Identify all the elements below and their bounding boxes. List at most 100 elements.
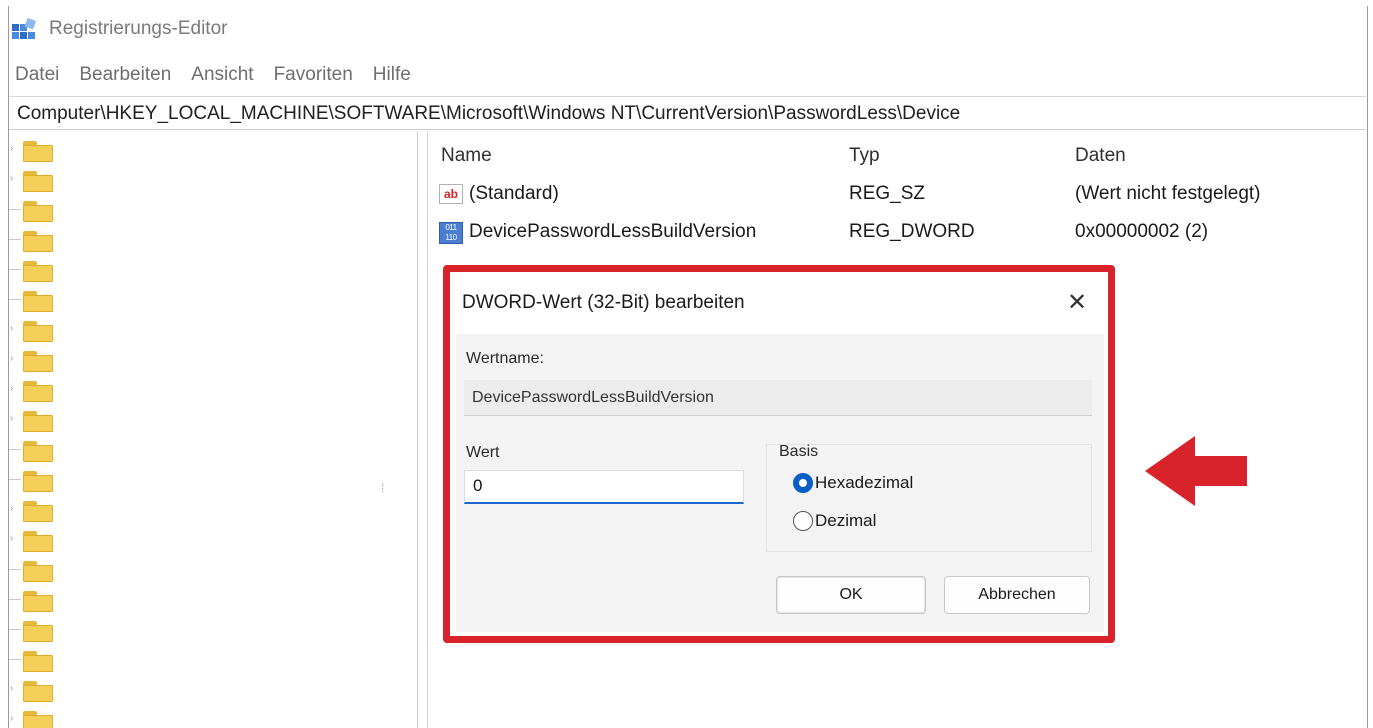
tree-node[interactable] [9,615,417,645]
tree-connector [9,269,21,270]
folder-icon [23,561,53,583]
column-header-name[interactable]: Name [441,145,492,167]
expand-chevron-icon[interactable]: › [10,353,13,364]
edit-dword-dialog: DWORD-Wert (32-Bit) bearbeiten ✕ Wertnam… [456,276,1104,632]
folder-icon [23,591,53,613]
folder-icon [23,351,53,373]
value-name: DevicePasswordLessBuildVersion [469,221,757,242]
column-header-type[interactable]: Typ [849,145,880,167]
expand-chevron-icon[interactable]: › [10,713,13,724]
tree-node[interactable]: › [9,165,417,195]
folder-icon [23,291,53,313]
column-header-data[interactable]: Daten [1075,145,1126,167]
folder-icon [23,681,53,703]
tree-connector [9,239,21,240]
close-icon[interactable]: ✕ [1060,286,1094,320]
radio-selected-icon[interactable] [793,473,813,493]
tree-node[interactable] [9,285,417,315]
value-data: 0x00000002 (2) [1075,221,1209,242]
folder-icon [23,621,53,643]
tree-connector [9,209,21,210]
tree-connector [9,629,21,630]
folder-icon [23,651,53,673]
menu-view[interactable]: Ansicht [181,58,263,92]
pane-divider[interactable] [427,131,428,728]
tree-node[interactable] [9,555,417,585]
tree-node[interactable]: › [9,405,417,435]
tree-node[interactable] [9,255,417,285]
value-data-label: Wert [466,444,500,461]
folder-icon [23,171,53,193]
folder-icon [23,231,53,253]
ok-button[interactable]: OK [776,576,926,614]
base-label: Basis [779,443,819,460]
value-type: REG_SZ [849,183,926,204]
tree-node[interactable]: › [9,135,417,165]
folder-icon [23,411,53,433]
key-tree[interactable]: › › › › › › › › › › ⁞ [9,131,418,728]
radio-label: Dezimal [815,511,877,530]
tree-connector [9,599,21,600]
radio-label: Hexadezimal [815,473,914,492]
tree-node[interactable]: › [9,495,417,525]
tree-node[interactable]: › [9,375,417,405]
expand-chevron-icon[interactable]: › [10,173,13,184]
folder-icon [23,321,53,343]
tree-node[interactable] [9,225,417,255]
cancel-button[interactable]: Abbrechen [944,576,1090,614]
folder-icon [23,381,53,403]
menu-bar: Datei Bearbeiten Ansicht Favoriten Hilfe [9,58,421,92]
value-data-input[interactable]: 0 [464,470,744,504]
menu-edit[interactable]: Bearbeiten [69,58,181,92]
dialog-title-bar[interactable]: DWORD-Wert (32-Bit) bearbeiten ✕ [456,276,1104,334]
address-bar[interactable]: Computer\HKEY_LOCAL_MACHINE\SOFTWARE\Mic… [9,96,1366,130]
tree-node[interactable] [9,645,417,675]
binary-value-icon: 011 110 [439,222,463,244]
tree-node[interactable]: › [9,525,417,555]
tree-connector [9,299,21,300]
folder-icon [23,711,53,728]
menu-favorites[interactable]: Favoriten [264,58,363,92]
string-value-icon: ab [439,184,463,204]
folder-icon [23,141,53,163]
menu-help[interactable]: Hilfe [363,58,421,92]
value-type: REG_DWORD [849,221,975,242]
value-data: (Wert nicht festgelegt) [1075,183,1261,204]
list-row[interactable]: ab (Standard) REG_SZ (Wert nicht festgel… [439,177,1359,211]
tree-connector [9,479,21,480]
value-name-label: Wertname: [466,350,544,367]
folder-icon [23,201,53,223]
window-title: Registrierungs-Editor [49,18,228,39]
title-bar: Registrierungs-Editor [9,6,1367,52]
tree-connector [9,569,21,570]
expand-chevron-icon[interactable]: › [10,413,13,424]
tree-node[interactable]: › [9,315,417,345]
registry-editor-icon [12,18,37,39]
tree-node[interactable] [9,195,417,225]
folder-icon [23,531,53,553]
red-arrow-left-icon [1145,436,1247,506]
value-name: (Standard) [469,183,559,204]
expand-chevron-icon[interactable]: › [10,383,13,394]
tree-node[interactable]: › [9,345,417,375]
expand-chevron-icon[interactable]: › [10,323,13,334]
base-group: Basis Hexadezimal Dezimal [766,443,1092,552]
tree-node[interactable] [9,585,417,615]
list-row[interactable]: 011 110 DevicePasswordLessBuildVersion RE… [439,215,1359,249]
folder-icon [23,261,53,283]
tree-node[interactable]: › [9,675,417,705]
radio-unselected-icon[interactable] [793,511,813,531]
tree-node[interactable] [9,435,417,465]
menu-file[interactable]: Datei [9,58,69,92]
dialog-title: DWORD-Wert (32-Bit) bearbeiten [462,292,745,313]
tree-connector [9,659,21,660]
expand-chevron-icon[interactable]: › [10,533,13,544]
folder-icon [23,471,53,493]
tree-node[interactable]: › [9,705,417,728]
expand-chevron-icon[interactable]: › [10,503,13,514]
folder-icon [23,501,53,523]
expand-chevron-icon[interactable]: › [10,683,13,694]
tree-node[interactable] [9,465,417,495]
expand-chevron-icon[interactable]: › [10,143,13,154]
splitter-grip[interactable]: ⁞ [381,481,384,495]
